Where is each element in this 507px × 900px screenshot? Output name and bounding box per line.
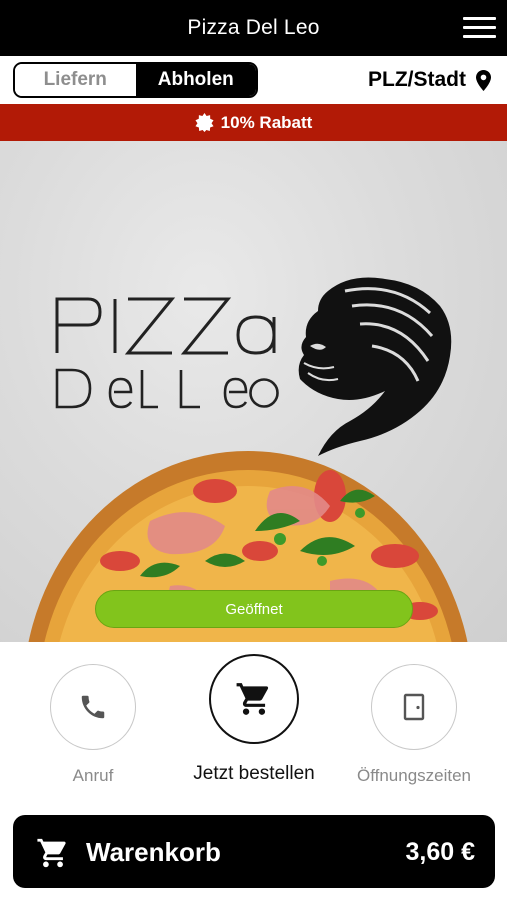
- lion-logo: [298, 277, 452, 456]
- cart-label: Warenkorb: [86, 837, 221, 867]
- order-now-label: Jetzt bestellen: [193, 763, 315, 784]
- action-row: Anruf Jetzt bestellen Öffnungszeiten: [0, 642, 507, 810]
- discount-banner: 10% Rabatt: [0, 104, 507, 141]
- cart-icon: [236, 683, 269, 715]
- order-mode-toggle: Liefern Abholen: [13, 62, 258, 98]
- app-header: Pizza Del Leo: [0, 0, 507, 56]
- hero-image: Geöffnet: [0, 141, 507, 642]
- mode-pickup-option[interactable]: Abholen: [135, 64, 256, 96]
- hamburger-menu-icon[interactable]: [463, 15, 496, 39]
- call-button[interactable]: [50, 664, 136, 750]
- logo-pizza-text: [55, 297, 276, 355]
- door-icon: [403, 693, 425, 721]
- cart-icon: [37, 838, 66, 868]
- discount-text: 10% Rabatt: [220, 112, 313, 132]
- location-label: PLZ/Stadt: [368, 68, 466, 91]
- order-mode-row: Liefern Abholen PLZ/Stadt: [0, 56, 507, 104]
- opening-hours-label: Öffnungszeiten: [356, 766, 472, 785]
- map-pin-icon: [476, 69, 491, 91]
- open-status-button[interactable]: Geöffnet: [95, 590, 413, 628]
- location-selector[interactable]: PLZ/Stadt: [368, 68, 491, 92]
- opening-hours-button[interactable]: [371, 664, 457, 750]
- call-label: Anruf: [72, 766, 114, 785]
- cart-total: 3,60 €: [405, 838, 475, 866]
- app-title: Pizza Del Leo: [187, 16, 320, 39]
- phone-icon: [81, 695, 105, 719]
- mode-delivery-option[interactable]: Liefern: [15, 64, 136, 96]
- cart-bar[interactable]: Warenkorb 3,60 €: [13, 815, 495, 888]
- badge-icon: [195, 113, 214, 132]
- logo-del-leo-text: [55, 368, 279, 409]
- order-now-button[interactable]: [209, 654, 299, 744]
- hero-artwork: [28, 277, 468, 642]
